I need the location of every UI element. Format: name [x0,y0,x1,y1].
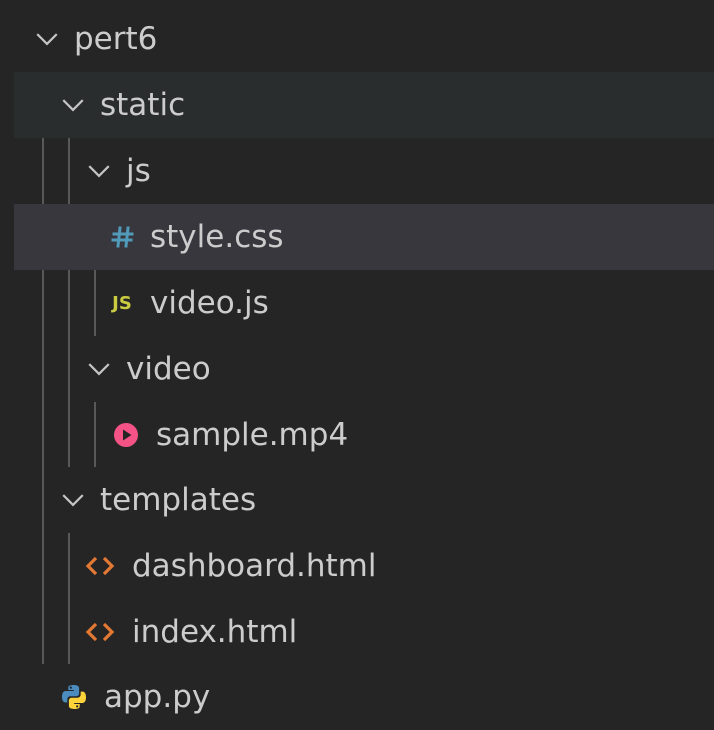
css-hash-icon [108,225,138,249]
chevron-down-icon [62,494,84,507]
tree-file-sample-mp4[interactable]: sample.mp4 [14,402,714,468]
file-explorer: pert6 static js style.css JS video.js vi… [14,6,714,724]
tree-item-label: video [126,351,211,387]
tree-item-label: static [100,87,186,123]
tree-item-label: sample.mp4 [156,417,349,453]
tree-folder-video[interactable]: video [14,336,714,402]
tree-item-label: style.css [150,219,284,255]
html-brackets-icon [80,621,120,643]
chevron-down-icon [88,363,110,376]
tree-item-label: js [126,153,151,189]
tree-file-video-js[interactable]: JS video.js [14,270,714,336]
python-icon [56,683,92,711]
tree-file-app-py[interactable]: app.py [14,664,714,730]
tree-folder-pert6[interactable]: pert6 [14,6,714,72]
tree-item-label: dashboard.html [132,548,377,584]
video-play-icon [108,422,144,448]
tree-file-index-html[interactable]: index.html [14,599,714,665]
tree-folder-static[interactable]: static [14,72,714,138]
tree-file-dashboard-html[interactable]: dashboard.html [14,533,714,599]
tree-item-label: video.js [150,285,269,321]
tree-item-label: app.py [104,679,211,715]
tree-item-label: index.html [132,614,298,650]
javascript-icon-text: JS [112,292,132,314]
tree-folder-js[interactable]: js [14,138,714,204]
tree-item-label: pert6 [74,21,158,57]
chevron-down-icon [88,165,110,178]
tree-item-label: templates [100,482,257,518]
chevron-down-icon [36,33,58,46]
tree-folder-templates[interactable]: templates [14,467,714,533]
tree-file-style-css[interactable]: style.css [14,204,714,270]
html-brackets-icon [80,555,120,577]
javascript-icon: JS [106,293,138,314]
chevron-down-icon [62,99,84,112]
